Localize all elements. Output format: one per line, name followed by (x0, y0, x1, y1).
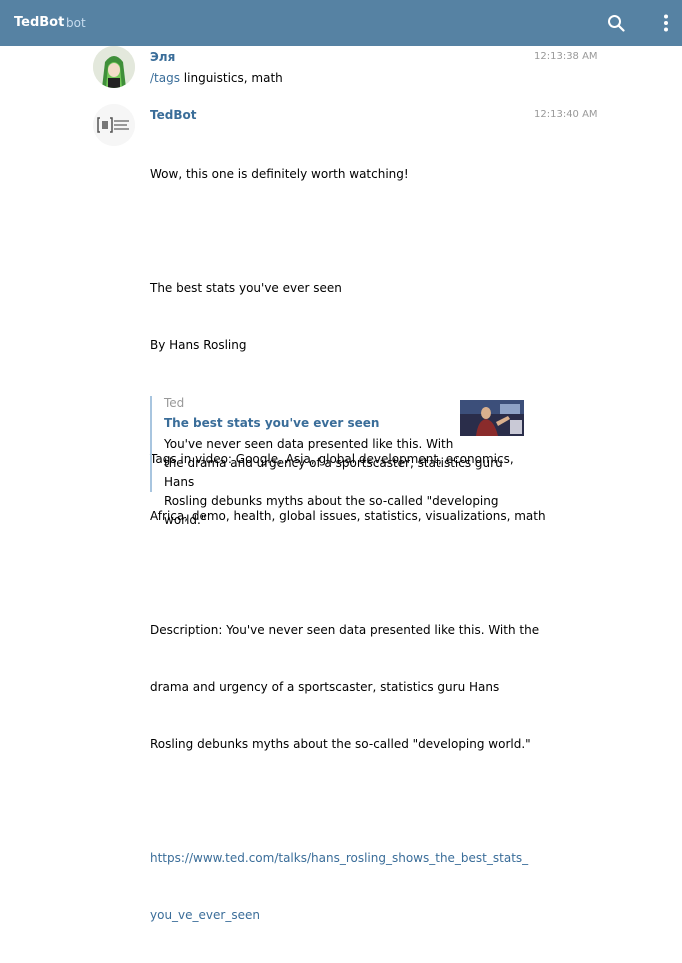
message-time: 12:13:38 AM (534, 51, 598, 62)
command-args: linguistics, math (179, 71, 283, 85)
user-avatar-image (93, 46, 135, 88)
message-author[interactable]: TedBot (150, 108, 196, 122)
message-line (150, 564, 546, 583)
preview-site-name: Ted (164, 396, 185, 410)
message-author[interactable]: Эля (150, 50, 175, 64)
more-vertical-icon[interactable] (662, 14, 670, 32)
chat-title[interactable]: TedBot (14, 15, 64, 30)
message-time: 12:13:40 AM (534, 109, 598, 120)
preview-desc-line: Rosling debunks myths about the so-calle… (164, 494, 503, 527)
message-text: /tags linguistics, math (150, 69, 283, 88)
message-line: drama and urgency of a sportscaster, sta… (150, 680, 500, 694)
bot-logo-icon (93, 104, 135, 146)
message-line (150, 792, 546, 811)
link-preview[interactable]: Ted The best stats you've ever seen You'… (150, 396, 532, 527)
message-line: By Hans Rosling (150, 338, 247, 352)
message-line: The best stats you've ever seen (150, 281, 342, 295)
message-line: Description: You've never seen data pres… (150, 623, 540, 637)
chat-subtitle: bot (66, 16, 86, 30)
bot-avatar[interactable] (93, 104, 135, 146)
ted-url-link-cont[interactable]: you_ve_ever_seen (150, 908, 260, 922)
video-thumbnail-image (460, 400, 524, 436)
preview-description: You've never seen data presented like th… (164, 435, 529, 530)
ted-url-link[interactable]: https://www.ted.com/talks/hans_rosling_s… (150, 851, 528, 865)
command-link[interactable]: /tags (150, 71, 180, 85)
preview-desc-line: You've never seen data presented like th… (164, 437, 454, 451)
preview-title[interactable]: The best stats you've ever seen (164, 416, 379, 430)
message-line (150, 222, 546, 241)
message-line: Rosling debunks myths about the so-calle… (150, 737, 531, 751)
avatar[interactable] (93, 46, 135, 88)
message-body: Wow, this one is definitely worth watchi… (150, 127, 546, 963)
preview-desc-line: the drama and urgency of a sportscaster,… (164, 456, 507, 489)
search-icon[interactable] (607, 14, 625, 32)
message-line: Wow, this one is definitely worth watchi… (150, 167, 409, 181)
preview-thumbnail[interactable] (460, 400, 524, 436)
chat-header: TedBot bot (0, 0, 682, 46)
